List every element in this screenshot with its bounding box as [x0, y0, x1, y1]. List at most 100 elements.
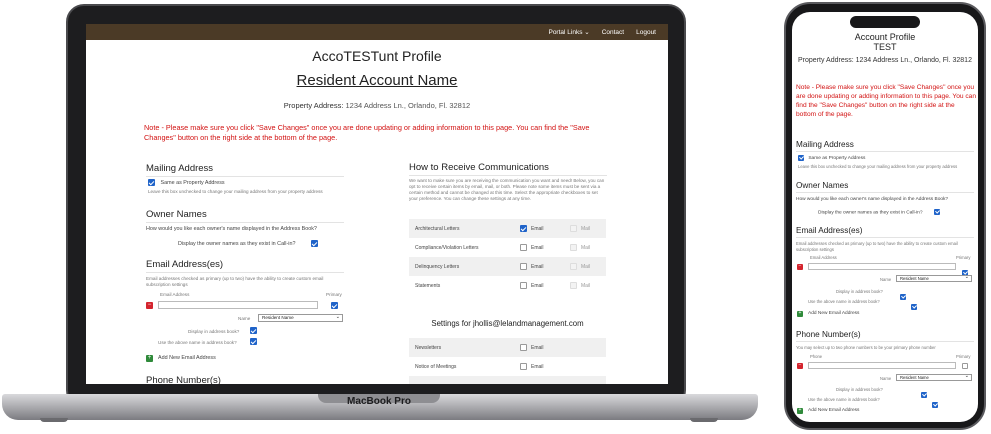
table-row: Delinquency Letters Email Mail: [409, 257, 606, 276]
comm-mail-label: Mail: [581, 263, 591, 270]
email-field-label: Email Address: [160, 292, 190, 297]
communications-intro: We want to make sure you are receiving t…: [409, 178, 605, 201]
settings-email-checkbox[interactable]: [520, 363, 527, 370]
property-address-label: Property Address:: [283, 101, 344, 110]
phone-mailing-heading: Mailing Address: [796, 140, 974, 152]
save-changes-note: Note - Please make sure you click "Save …: [144, 123, 590, 142]
phone-email-input[interactable]: [808, 263, 956, 270]
phone-email-name-select[interactable]: Resident Name: [896, 275, 972, 282]
comm-email-checkbox[interactable]: [520, 282, 527, 289]
same-as-property-checkbox[interactable]: [148, 179, 155, 186]
phone-phone-display-label: Display in address book?: [836, 387, 883, 392]
settings-heading: Settings for jhollis@lelandmanagement.co…: [431, 319, 584, 328]
email-primary-checkbox[interactable]: [331, 302, 338, 309]
phone-add-email-button[interactable]: +: [797, 311, 803, 317]
phone-add-email-label[interactable]: Add New Email Address: [808, 311, 859, 317]
nav-logout[interactable]: Logout: [636, 29, 656, 36]
phone-phones-hint: You may select up to two phone numbers t…: [796, 345, 936, 350]
phone-dynamic-island: [850, 16, 920, 28]
phone-mailing-hint: Leave this box unchecked to change your …: [798, 164, 958, 169]
nav-portal-links[interactable]: Portal Links ⌄: [548, 28, 589, 36]
phone-owner-question: How would you like each owner's name dis…: [796, 197, 949, 202]
mailing-hint: Leave this box unchecked to change your …: [148, 189, 323, 194]
comm-mail-label: Mail: [581, 244, 591, 251]
phone-email-hint: Email addresses checked as primary (up t…: [796, 241, 958, 252]
phone-owner-display-row: Display the owner names as they exist in…: [818, 209, 940, 216]
email-display-checkbox[interactable]: [250, 327, 257, 334]
phone-phone-use-name-checkbox[interactable]: [931, 401, 938, 408]
phone-screen: Account Profile TEST Property Address: 1…: [792, 12, 978, 422]
phone-phone-display-checkbox[interactable]: [921, 391, 928, 398]
phone-property-label: Property Address:: [798, 57, 854, 64]
phone-email-display-label: Display in address book?: [836, 289, 883, 294]
laptop-foot: [40, 418, 68, 422]
owner-display-label: Display the owner names as they exist in…: [178, 240, 296, 247]
phone-owner-display-checkbox[interactable]: [933, 209, 940, 215]
phone-phone-primary-label: Primary: [956, 354, 971, 359]
add-email-button[interactable]: +: [146, 355, 153, 362]
add-email-label[interactable]: Add New Email Address: [158, 355, 216, 362]
comm-email-checkbox[interactable]: [520, 225, 527, 232]
comm-row-label: Statements: [415, 282, 441, 289]
phone-numbers-heading: Phone Number(s): [146, 375, 344, 384]
device-mockup-stage: MacBook Pro Portal Links ⌄ Contact Logou…: [0, 0, 991, 434]
phone-phone-name-label: Name: [880, 376, 892, 381]
phone-property-value: 1234 Address Ln., Orlando, Fl. 32812: [855, 57, 972, 64]
phone-remove-email-button[interactable]: −: [797, 264, 803, 270]
comm-row-label: Delinquency Letters: [415, 263, 460, 270]
email-display-label: Display in address book?: [188, 329, 240, 334]
phone-owner-display-label: Display the owner names as they exist in…: [818, 210, 923, 216]
email-use-name-label: Use the above name in address book?: [158, 340, 237, 345]
phone-email-primary-label: Primary: [956, 255, 971, 260]
communications-heading: How to Receive Communications: [409, 162, 607, 176]
phone-phone-primary-checkbox[interactable]: [962, 363, 968, 369]
settings-row-label: Notice of Meetings: [415, 363, 457, 370]
email-primary-label: Primary: [326, 292, 342, 297]
table-row: Compliance/Violation Letters Email Mail: [409, 238, 606, 257]
phone-same-as-property-row: Same as Property Address: [798, 155, 865, 162]
page-title: AccoTESTunt Profile: [312, 48, 442, 64]
comm-row-label: Compliance/Violation Letters: [415, 244, 479, 251]
phone-phone-name-select[interactable]: Resident Name: [896, 374, 972, 381]
property-address: Property Address: 1234 Address Ln., Orla…: [86, 101, 668, 110]
same-as-property-row: Same as Property Address: [148, 179, 225, 187]
settings-email-label: Email: [531, 344, 544, 351]
settings-email-label: Email: [531, 363, 544, 370]
phone-email-name-label: Name: [880, 277, 892, 282]
settings-table: Newsletters Email Notice of Meetings Ema…: [409, 338, 606, 384]
email-name-select[interactable]: Resident Name: [258, 314, 343, 322]
table-row: Newsletters Email: [409, 338, 606, 357]
settings-email-checkbox[interactable]: [520, 344, 527, 351]
laptop-screen: Portal Links ⌄ Contact Logout AccoTESTun…: [86, 24, 668, 384]
phone-add-phone-button[interactable]: +: [797, 408, 803, 414]
comm-email-label: Email: [531, 263, 544, 270]
email-input[interactable]: [158, 301, 318, 309]
table-row: Architectural Letters Email Mail: [409, 219, 606, 238]
nav-contact[interactable]: Contact: [602, 29, 624, 36]
phone-email-display-checkbox[interactable]: [900, 293, 907, 300]
comm-email-checkbox[interactable]: [520, 244, 527, 251]
phone-same-as-property-label: Same as Property Address: [808, 156, 866, 162]
comm-row-label: Architectural Letters: [415, 225, 460, 232]
comm-mail-checkbox: [570, 225, 577, 232]
comm-mail-checkbox: [570, 282, 577, 289]
phone-remove-phone-button[interactable]: −: [797, 363, 803, 369]
communications-table: Architectural Letters Email Mail Complia…: [409, 219, 606, 295]
comm-mail-label: Mail: [581, 282, 591, 289]
phone-email-use-name-checkbox[interactable]: [910, 303, 917, 310]
owner-display-checkbox[interactable]: [310, 240, 318, 247]
comm-email-label: Email: [531, 225, 544, 232]
owner-names-heading: Owner Names: [146, 209, 344, 223]
phone-same-as-property-checkbox[interactable]: [798, 155, 804, 161]
phone-phone-field-label: Phone: [810, 354, 823, 359]
email-use-name-checkbox[interactable]: [250, 338, 257, 345]
phone-phone-input[interactable]: [808, 362, 956, 369]
remove-email-button[interactable]: −: [146, 302, 153, 309]
phone-email-field-label: Email Address: [810, 255, 837, 260]
phone-phone-use-name-label: Use the above name in address book?: [808, 397, 880, 402]
phone-add-phone-label[interactable]: Add New Email Address: [808, 408, 859, 414]
top-nav-bar: Portal Links ⌄ Contact Logout: [86, 24, 668, 40]
phone-save-changes-note: Note - Please make sure you click "Save …: [796, 84, 976, 118]
comm-email-checkbox[interactable]: [520, 263, 527, 270]
table-row: [409, 376, 606, 384]
